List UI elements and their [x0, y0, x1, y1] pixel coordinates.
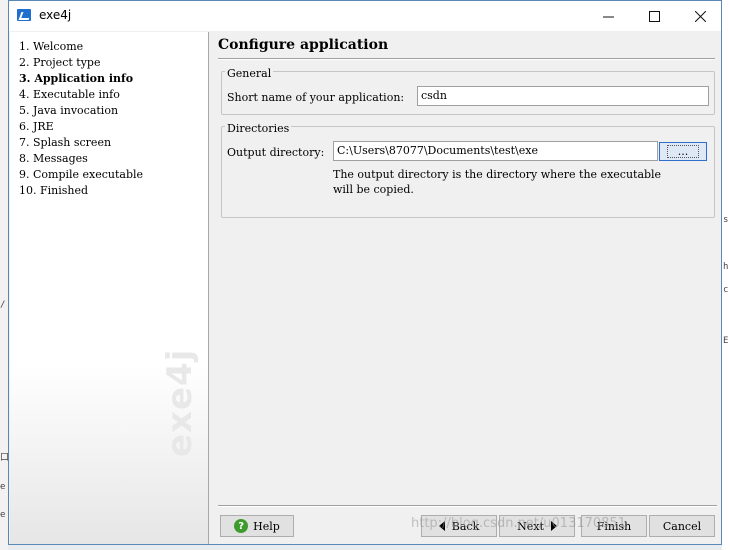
minimize-button[interactable]	[585, 1, 631, 31]
step-java-invocation[interactable]: 5. Java invocation	[19, 103, 143, 119]
close-button[interactable]	[677, 1, 723, 31]
background-window-strip-right: s h c E	[722, 0, 730, 550]
minimize-icon	[602, 16, 614, 17]
step-welcome[interactable]: 1. Welcome	[19, 39, 143, 55]
app-icon	[17, 9, 31, 21]
browse-button-label: ...	[666, 145, 700, 158]
output-directory-input[interactable]: C:\Users\87077\Documents\test\exe	[333, 141, 658, 161]
wizard-steps-list: 1. Welcome 2. Project type 3. Applicatio…	[19, 39, 143, 199]
step-project-type[interactable]: 2. Project type	[19, 55, 143, 71]
background-glyph: h	[723, 262, 729, 272]
cancel-button[interactable]: Cancel	[649, 515, 715, 537]
exe4j-logo-watermark: exe4j	[160, 348, 200, 457]
title-bar[interactable]: exe4j	[9, 1, 721, 31]
background-glyph: E	[723, 336, 729, 346]
close-icon	[694, 10, 706, 22]
step-jre[interactable]: 6. JRE	[19, 119, 143, 135]
blog-url-watermark: http://blog.csdn.net/u013170851	[411, 516, 626, 531]
cancel-button-label: Cancel	[662, 519, 702, 533]
short-name-label: Short name of your application:	[227, 91, 405, 104]
footer-divider	[218, 505, 717, 507]
background-glyph: s	[723, 215, 729, 225]
general-group-label: General	[225, 67, 274, 80]
step-executable-info[interactable]: 4. Executable info	[19, 87, 143, 103]
maximize-icon	[648, 10, 660, 22]
browse-button[interactable]: ...	[659, 142, 707, 161]
background-glyph: /	[0, 300, 6, 310]
background-window-strip-left: / 口 e e	[0, 0, 9, 550]
step-splash-screen[interactable]: 7. Splash screen	[19, 135, 143, 151]
background-glyph: e	[0, 482, 6, 492]
exe4j-window: exe4j 1. Welcome 2. Project type 3. Appl…	[8, 0, 722, 545]
step-finished[interactable]: 10. Finished	[19, 183, 143, 199]
step-messages[interactable]: 8. Messages	[19, 151, 143, 167]
output-directory-help-text: The output directory is the directory wh…	[333, 168, 662, 196]
short-name-input[interactable]: csdn	[417, 86, 709, 106]
page-title: Configure application	[218, 37, 389, 53]
background-glyph: c	[723, 285, 729, 295]
help-button-label: Help	[253, 519, 280, 533]
help-icon: ?	[234, 519, 249, 533]
step-application-info[interactable]: 3. Application info	[19, 71, 143, 87]
window-title: exe4j	[39, 8, 72, 22]
maximize-button[interactable]	[631, 1, 677, 31]
directories-group-label: Directories	[225, 122, 292, 135]
background-glyph: e	[0, 510, 6, 520]
title-divider	[218, 58, 715, 60]
help-button[interactable]: ? Help	[220, 515, 294, 537]
output-directory-label: Output directory:	[227, 146, 325, 159]
step-compile-executable[interactable]: 9. Compile executable	[19, 167, 143, 183]
wizard-steps-sidebar: 1. Welcome 2. Project type 3. Applicatio…	[10, 32, 209, 544]
